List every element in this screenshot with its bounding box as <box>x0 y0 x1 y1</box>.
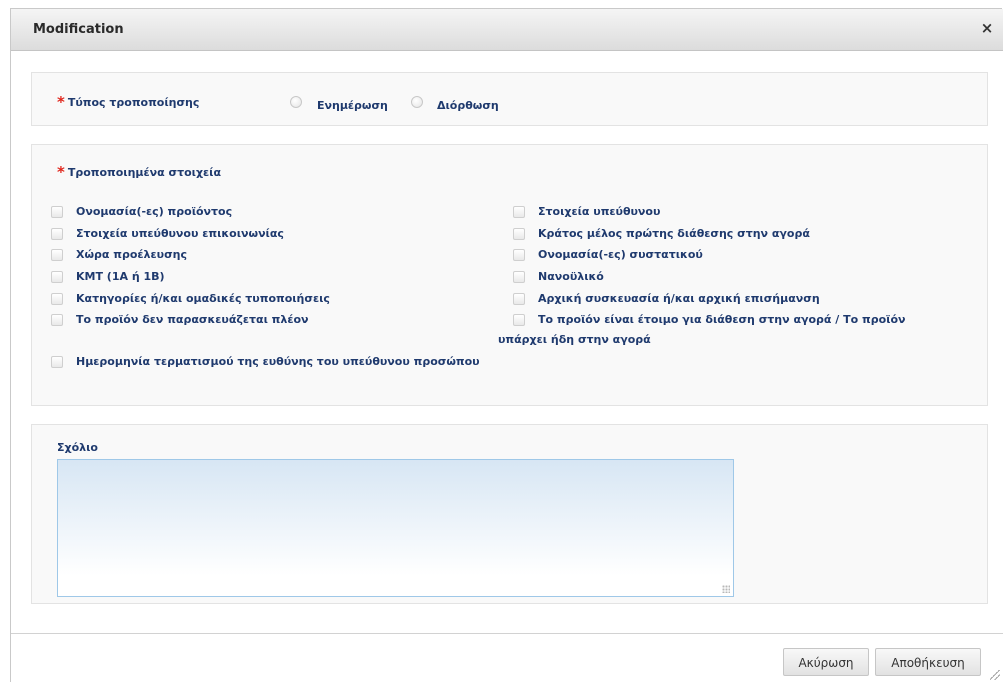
required-marker: * <box>57 93 65 111</box>
checkbox-nanomaterial[interactable] <box>513 271 525 283</box>
radio-update-label[interactable]: Ενημέρωση <box>317 99 388 112</box>
checkbox-packaging[interactable] <box>513 293 525 305</box>
save-button[interactable]: Αποθήκευση <box>875 648 981 676</box>
checkbox-contact-person[interactable] <box>51 228 63 240</box>
modified-items-label-text: Τροποποιημένα στοιχεία <box>67 166 222 179</box>
checkbox-not-manufactured[interactable] <box>51 314 63 326</box>
checkbox-ready-for-market-label[interactable]: Το προϊόν είναι έτοιμο για διάθεση στην … <box>498 310 958 350</box>
checkbox-ingredient-names[interactable] <box>513 249 525 261</box>
modification-type-label: * Τύπος τροποποίησης <box>57 93 199 111</box>
modification-dialog: Modification × * Τύπος τροποποίησης Ενημέ… <box>10 8 1003 682</box>
checkbox-nanomaterial-label[interactable]: Νανοϋλικό <box>538 267 604 287</box>
comment-label: Σχόλιο <box>57 441 98 454</box>
checkbox-cmr[interactable] <box>51 271 63 283</box>
checkbox-product-names-label[interactable]: Ονομασία(-ες) προϊόντος <box>76 202 232 222</box>
cancel-button[interactable]: Ακύρωση <box>783 648 869 676</box>
checkbox-country-origin-label[interactable]: Χώρα προέλευσης <box>76 245 187 265</box>
radio-correction-label[interactable]: Διόρθωση <box>437 99 499 112</box>
close-icon[interactable]: × <box>979 20 995 36</box>
checkbox-cmr-label[interactable]: ΚΜΤ (1Α ή 1Β) <box>76 267 165 287</box>
dialog-resize-grip[interactable] <box>990 670 1000 680</box>
dialog-titlebar: Modification × <box>11 9 1003 51</box>
radio-update[interactable] <box>290 96 302 108</box>
footer-divider <box>11 633 1003 634</box>
comment-panel: Σχόλιο <box>31 424 988 604</box>
checkbox-responsible-person[interactable] <box>513 206 525 218</box>
textarea-resize-grip[interactable] <box>722 585 730 593</box>
modified-items-label: * Τροποποιημένα στοιχεία <box>57 163 221 181</box>
required-marker: * <box>57 163 65 181</box>
modified-items-panel: * Τροποποιημένα στοιχεία Ονομασία(-ες) πρ… <box>31 144 988 406</box>
modification-type-label-text: Τύπος τροποποίησης <box>67 96 200 109</box>
checkbox-ingredient-names-label[interactable]: Ονομασία(-ες) συστατικού <box>538 245 703 265</box>
checkbox-member-state[interactable] <box>513 228 525 240</box>
checkbox-country-origin[interactable] <box>51 249 63 261</box>
checkbox-not-manufactured-label[interactable]: Το προϊόν δεν παρασκευάζεται πλέον <box>76 310 309 330</box>
checkbox-responsible-person-label[interactable]: Στοιχεία υπεύθυνου <box>538 202 660 222</box>
radio-correction[interactable] <box>411 96 423 108</box>
checkbox-termination-date-label[interactable]: Ημερομηνία τερματισμού της ευθύνης του υ… <box>51 352 481 372</box>
comment-textarea[interactable] <box>57 459 734 597</box>
checkbox-product-names[interactable] <box>51 206 63 218</box>
dialog-title: Modification <box>33 22 124 37</box>
checkbox-packaging-label[interactable]: Αρχική συσκευασία ή/και αρχική επισήμανσ… <box>538 289 820 309</box>
checkbox-member-state-label[interactable]: Κράτος μέλος πρώτης διάθεσης στην αγορά <box>538 224 810 244</box>
checkbox-categories[interactable] <box>51 293 63 305</box>
modification-type-panel: * Τύπος τροποποίησης Ενημέρωση Διόρθωση <box>31 72 988 126</box>
checkbox-categories-label[interactable]: Κατηγορίες ή/και ομαδικές τυποποιήσεις <box>76 289 330 309</box>
checkbox-contact-person-label[interactable]: Στοιχεία υπεύθυνου επικοινωνίας <box>76 224 284 244</box>
